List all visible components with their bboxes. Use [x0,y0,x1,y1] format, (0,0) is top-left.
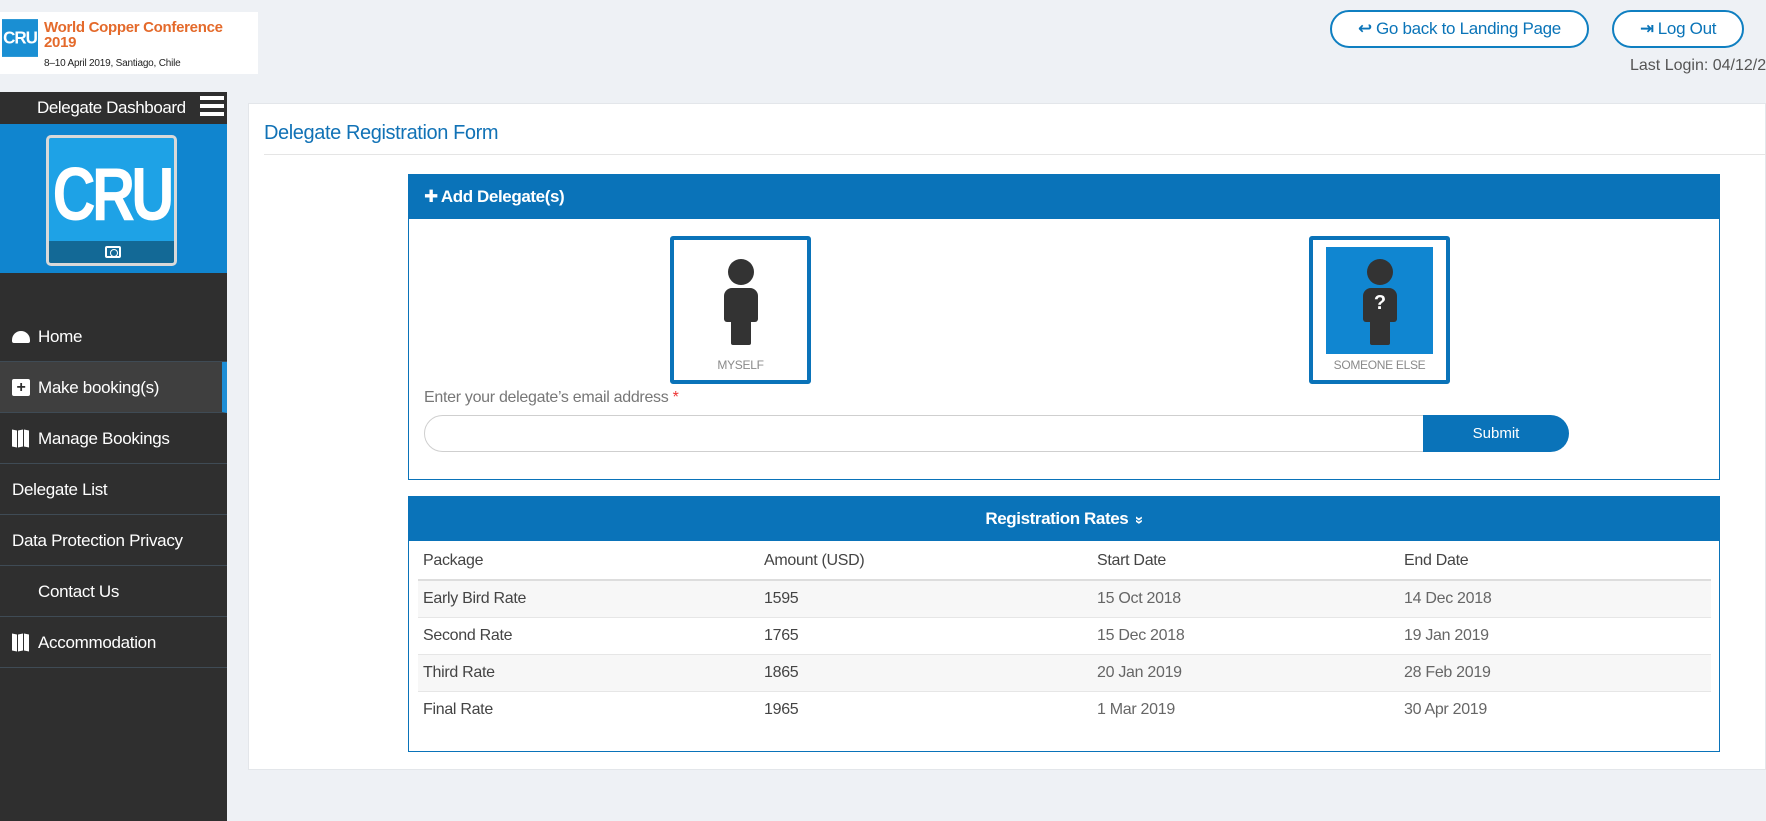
sidebar-item-accommodation[interactable]: Accommodation [0,617,227,668]
email-field-label: Enter your delegate’s email address * [424,389,679,407]
table-row: Early Bird Rate 1595 15 Oct 2018 14 Dec … [418,579,1711,617]
sidebar-item-data-protection[interactable]: Data Protection Privacy [0,515,227,566]
sidebar-item-label: Manage Bookings [38,429,170,448]
title-divider [264,154,1766,155]
amount-cell: 1865 [759,653,1092,691]
logout-icon: ⇥ [1639,19,1654,38]
logout-label: Log Out [1657,19,1717,38]
registration-rates-header[interactable]: Registration Rates » [409,497,1719,541]
start-date-cell: 15 Dec 2018 [1092,616,1399,654]
end-date-cell: 14 Dec 2018 [1399,579,1711,617]
rates-table: Package Amount (USD) Start Date End Date… [418,543,1711,728]
option-someone-else-label: SOMEONE ELSE [1333,358,1426,372]
start-date-cell: 20 Jan 2019 [1092,653,1399,691]
column-header: Package [418,543,759,581]
add-delegate-header: ✚ Add Delegate(s) [409,175,1719,219]
last-login-text: Last Login: 04/12/2 [1630,57,1766,74]
conference-logo: CRU World Copper Conference 2019 8–10 Ap… [0,12,258,74]
option-someone-else[interactable]: ? SOMEONE ELSE [1309,236,1450,384]
sidebar-item-make-bookings[interactable]: + Make booking(s) [0,362,227,413]
logo-subtitle: 8–10 April 2019, Santiago, Chile [44,58,181,69]
sidebar-item-label: Home [38,327,83,346]
hamburger-icon[interactable] [200,96,224,118]
submit-button[interactable]: Submit [1423,415,1569,452]
delegate-email-input[interactable] [424,415,1424,452]
map-icon [12,429,30,448]
sidebar-item-manage-bookings[interactable]: Manage Bookings [0,413,227,464]
chevron-double-down-icon: » [1130,516,1148,524]
avatar[interactable]: CRU [46,135,177,266]
sidebar-nav: Home + Make booking(s) Manage Bookings D… [0,311,227,668]
column-header: Start Date [1092,543,1399,581]
add-delegate-panel: ✚ Add Delegate(s) MYSELF ? SOMEONE ELSE E… [408,174,1720,480]
required-marker: * [672,389,679,406]
email-label-text: Enter your delegate’s email address [424,389,669,406]
question-mark-icon: ? [1373,292,1387,314]
table-row: Third Rate 1865 20 Jan 2019 28 Feb 2019 [418,653,1711,691]
page-title: Delegate Registration Form [264,122,499,144]
logout-button[interactable]: ⇥ Log Out [1612,10,1744,48]
table-row: Second Rate 1765 15 Dec 2018 19 Jan 2019 [418,616,1711,654]
add-delegate-heading: Add Delegate(s) [440,187,565,206]
option-myself-label: MYSELF [717,358,764,372]
sidebar-item-label: Make booking(s) [38,378,160,397]
package-cell: Third Rate [418,653,759,691]
package-cell: Final Rate [418,690,759,728]
sidebar-item-home[interactable]: Home [0,311,227,362]
option-myself-tile [687,247,794,354]
table-row: Final Rate 1965 1 Mar 2019 30 Apr 2019 [418,690,1711,728]
column-header: Amount (USD) [759,543,1092,581]
plus-square-icon: + [12,379,30,396]
avatar-upload-strip[interactable] [49,241,174,263]
cru-logo-mark: CRU [2,19,38,57]
package-cell: Second Rate [418,616,759,654]
sidebar-item-label: Accommodation [38,633,156,652]
back-to-landing-button[interactable]: ↩ Go back to Landing Page [1330,10,1589,48]
amount-cell: 1765 [759,616,1092,654]
logo-title: World Copper Conference 2019 [44,19,223,51]
sidebar-item-label: Contact Us [38,582,120,601]
person-question-icon: ? [1363,259,1397,347]
blank-icon [12,583,30,600]
start-date-cell: 15 Oct 2018 [1092,579,1399,617]
end-date-cell: 19 Jan 2019 [1399,616,1711,654]
sidebar-item-label: Delegate List [12,480,108,499]
sidebar-title: Delegate Dashboard [37,98,186,117]
sidebar-header: Delegate Dashboard [0,92,227,124]
reply-icon: ↩ [1358,19,1372,38]
option-someone-else-tile: ? [1326,247,1433,354]
plus-icon: ✚ [424,187,438,206]
main-content: Delegate Registration Form ✚ Add Delegate… [248,103,1766,770]
column-header: End Date [1399,543,1711,581]
registration-rates-heading: Registration Rates [985,509,1129,528]
back-to-landing-label: Go back to Landing Page [1375,19,1561,38]
option-myself[interactable]: MYSELF [670,236,811,384]
avatar-logo-text: CRU [52,152,175,237]
table-header-row: Package Amount (USD) Start Date End Date [418,543,1711,581]
registration-rates-panel: Registration Rates » Package Amount (USD… [408,496,1720,752]
end-date-cell: 30 Apr 2019 [1399,690,1711,728]
map-icon [12,633,30,652]
sidebar-item-label: Data Protection Privacy [12,531,183,550]
sidebar-item-contact-us[interactable]: Contact Us [0,566,227,617]
profile-area: CRU [0,124,227,273]
dashboard-icon [12,331,30,343]
end-date-cell: 28 Feb 2019 [1399,653,1711,691]
amount-cell: 1965 [759,690,1092,728]
start-date-cell: 1 Mar 2019 [1092,690,1399,728]
sidebar: Delegate Dashboard CRU Home + Make booki… [0,92,227,821]
person-icon [724,259,758,347]
sidebar-item-delegate-list[interactable]: Delegate List [0,464,227,515]
package-cell: Early Bird Rate [418,579,759,617]
camera-icon[interactable] [105,246,121,258]
amount-cell: 1595 [759,579,1092,617]
